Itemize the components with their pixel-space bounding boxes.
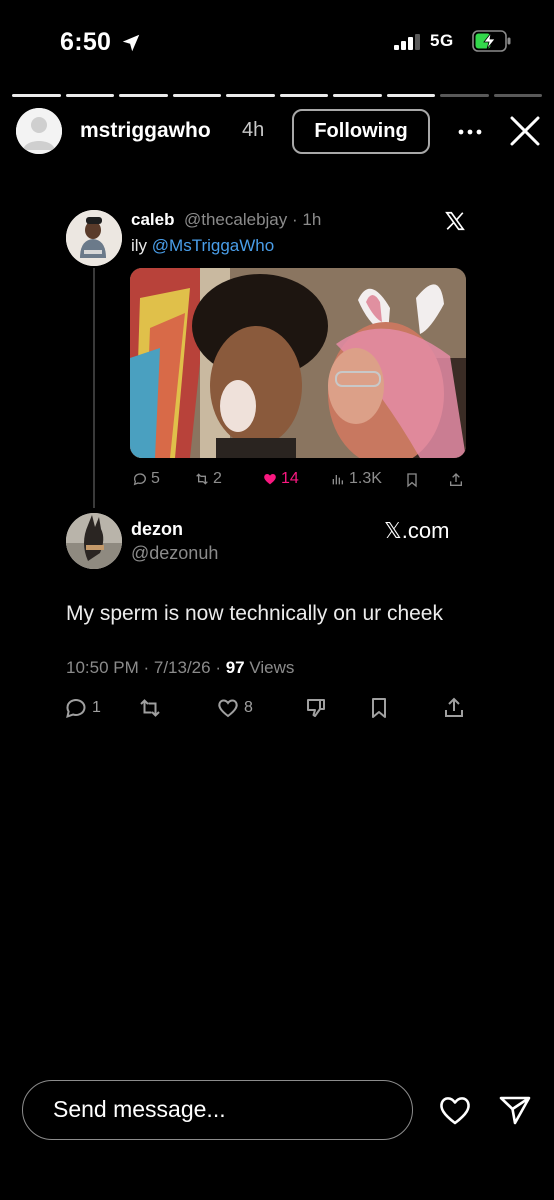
- signal-icon: [394, 34, 420, 50]
- story-time: 4h: [242, 119, 265, 141]
- retweet-count: 2: [213, 470, 222, 487]
- story-progress-bar: [12, 94, 542, 97]
- progress-segment: [386, 94, 435, 97]
- close-icon[interactable]: [508, 114, 542, 148]
- reply-tweet-text: My sperm is now technically on ur cheek: [66, 602, 443, 625]
- heart-icon[interactable]: [438, 1094, 472, 1126]
- share-icon: [450, 473, 462, 486]
- more-icon[interactable]: [456, 118, 484, 146]
- x-logo-icon: [445, 211, 465, 231]
- retweet-action: [138, 696, 162, 720]
- dislike-icon: [307, 699, 325, 717]
- following-button[interactable]: Following: [292, 109, 430, 154]
- reply-tweet-avatar: [66, 513, 122, 569]
- default-avatar-icon: [16, 108, 62, 154]
- like-icon: [218, 699, 238, 718]
- story-content[interactable]: caleb @thecalebjay · 1h ily @MsTriggaWho: [0, 162, 554, 1066]
- progress-segment: [279, 94, 328, 97]
- like-count: 14: [281, 470, 299, 487]
- original-tweet-text: ily @MsTriggaWho: [131, 236, 274, 256]
- original-tweet-metrics: 5 2 14 1.3K: [132, 470, 472, 492]
- progress-segment: [119, 94, 168, 97]
- share-icon: [445, 697, 463, 717]
- original-tweet-body: ily: [131, 236, 152, 255]
- reply-action: 1: [64, 696, 101, 720]
- progress-segment: [333, 94, 382, 97]
- send-icon[interactable]: [498, 1094, 532, 1126]
- story-username[interactable]: mstriggawho: [80, 119, 211, 143]
- reply-icon: [66, 699, 86, 719]
- reply-action-count: 1: [92, 699, 101, 716]
- reply-timestamp: 10:50 PM · 7/13/26 ·: [66, 658, 226, 677]
- thread-line: [93, 268, 95, 508]
- views-metric: 1.3K: [330, 470, 382, 488]
- progress-segment: [12, 94, 61, 97]
- story-header: mstriggawho 4h Following: [0, 106, 554, 158]
- reply-tweet-meta: 10:50 PM · 7/13/26 · 97 Views: [66, 658, 294, 678]
- x-com-watermark: 𝕏.com: [384, 518, 450, 543]
- reply-metric: 5: [132, 470, 160, 488]
- reply-icon: [133, 473, 146, 486]
- status-bar: 6:50 5G: [0, 0, 554, 84]
- bookmark-icon: [372, 698, 386, 718]
- bookmark-icon: [407, 473, 417, 488]
- views-icon: [332, 475, 343, 485]
- location-arrow-icon: [122, 34, 140, 52]
- original-tweet-mention: @MsTriggaWho: [151, 236, 275, 255]
- reply-tweet-handle: @dezonuh: [131, 543, 219, 563]
- original-tweet-avatar: [66, 210, 122, 266]
- reply-views-count: 97: [225, 658, 245, 677]
- like-metric: 14: [262, 470, 299, 488]
- progress-segment: [493, 94, 542, 97]
- send-message-input[interactable]: Send message...: [22, 1080, 413, 1140]
- retweet-icon: [196, 473, 208, 485]
- reply-count: 5: [151, 470, 160, 487]
- progress-segment: [172, 94, 221, 97]
- tweet-photo: [130, 268, 466, 458]
- reply-tweet-name: dezon: [131, 519, 183, 539]
- network-label: 5G: [430, 31, 454, 50]
- retweet-icon: [140, 699, 160, 717]
- original-tweet-name: caleb: [131, 210, 175, 229]
- reply-tweet-actions: 1 8: [64, 696, 474, 724]
- reply-views-label: Views: [244, 658, 295, 677]
- like-action-count: 8: [244, 699, 253, 716]
- like-icon: [264, 473, 276, 485]
- progress-segment: [65, 94, 114, 97]
- user-avatar[interactable]: [16, 108, 62, 154]
- status-clock: 6:50: [60, 28, 112, 56]
- battery-icon: [472, 30, 511, 52]
- views-count: 1.3K: [349, 470, 382, 487]
- original-tweet-handle: @thecalebjay · 1h: [184, 210, 322, 229]
- retweet-metric: 2: [194, 470, 222, 488]
- progress-segment: [226, 94, 275, 97]
- progress-segment: [440, 94, 489, 97]
- like-action: 8: [216, 696, 253, 720]
